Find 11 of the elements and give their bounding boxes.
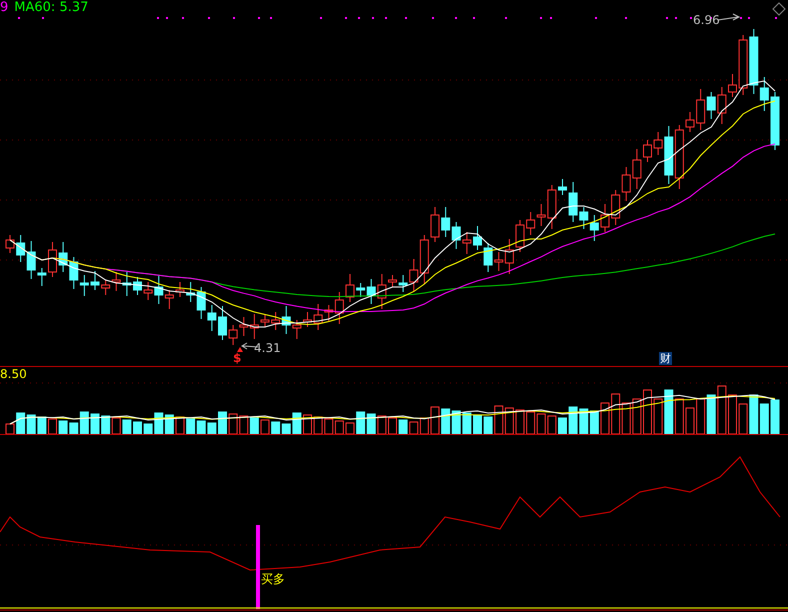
buy-signal-label: 买多	[261, 573, 285, 586]
finance-badge[interactable]: 财	[659, 352, 672, 365]
high-price-label: 6.96	[693, 13, 720, 27]
sell-signal-mark: $	[233, 352, 242, 365]
legend-label: 9	[0, 0, 8, 16]
triangle-icon	[237, 347, 243, 352]
arrow-icon	[718, 14, 740, 20]
legend-label: MA60: 5.37	[14, 0, 88, 16]
diamond-icon[interactable]	[772, 2, 786, 16]
volume-scale-label: 8.50	[0, 368, 27, 382]
low-price-label: 4.31	[254, 341, 281, 355]
